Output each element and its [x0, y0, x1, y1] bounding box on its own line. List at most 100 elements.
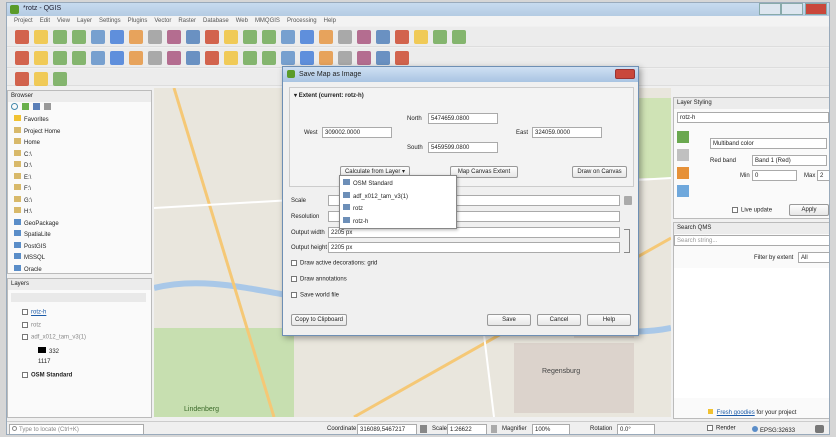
measure-icon[interactable] [357, 51, 371, 65]
draw-on-canvas-button[interactable]: Draw on Canvas [572, 166, 627, 178]
crs-button[interactable]: EPSG:32633 [752, 426, 795, 434]
attribute-table-icon[interactable] [376, 30, 390, 44]
print-layout-icon[interactable] [72, 51, 86, 65]
print-layout-icon[interactable] [72, 30, 86, 44]
west-input[interactable]: 309002.0000 [322, 127, 392, 138]
menu-item[interactable]: Plugins [128, 18, 148, 24]
pan-icon[interactable] [281, 30, 295, 44]
print-layout-icon[interactable] [262, 30, 276, 44]
east-input[interactable]: 324059.0000 [532, 127, 602, 138]
identify-icon[interactable] [148, 51, 162, 65]
add-icon[interactable] [22, 103, 29, 110]
layer-item[interactable]: 1117 [38, 359, 50, 365]
copy-to-clipboard-button[interactable]: Copy to Clipboard [291, 314, 347, 326]
menu-item[interactable]: Vector [154, 18, 171, 24]
open-project-icon[interactable] [414, 30, 428, 44]
red-band-select[interactable]: Band 1 (Red) [752, 155, 827, 166]
browser-item[interactable]: F:\ [14, 184, 31, 192]
coordinate-field[interactable]: 316089,5467217 [357, 424, 417, 434]
lock-scale-icon[interactable] [624, 196, 632, 205]
open-project-icon[interactable] [34, 51, 48, 65]
live-update-checkbox[interactable]: Live update [732, 207, 772, 214]
close-window-button[interactable] [805, 3, 827, 15]
maximize-button[interactable] [781, 3, 803, 15]
filter-extent-select[interactable]: All [798, 252, 829, 263]
refresh-icon[interactable] [11, 103, 18, 110]
layer-visibility-checkbox[interactable] [22, 334, 28, 340]
zoom-in-icon[interactable] [300, 51, 314, 65]
news-link[interactable]: Fresh goodies [717, 410, 755, 416]
browser-item[interactable]: G:\ [14, 195, 32, 204]
layer-item[interactable]: adf_x012_tam_v3(1) [22, 334, 86, 341]
new-project-icon[interactable] [15, 51, 29, 65]
layer-dropdown-item[interactable]: OSM Standard [343, 179, 393, 187]
browser-item[interactable]: Home [14, 138, 40, 146]
magnifier-field[interactable]: 100% [532, 424, 570, 434]
browser-item[interactable]: Project Home [14, 126, 60, 135]
open-project-icon[interactable] [34, 72, 48, 86]
render-checkbox[interactable]: Render [707, 425, 736, 432]
layer-item[interactable]: 332 [38, 346, 59, 355]
layer-dropdown-item[interactable]: adf_x012_tam_v3(1) [343, 191, 408, 200]
zoom-out-icon[interactable] [319, 30, 333, 44]
menu-item[interactable]: Edit [40, 18, 50, 24]
menu-item[interactable]: Processing [287, 18, 317, 24]
browser-item[interactable]: H:\ [14, 207, 32, 215]
zoom-in-icon[interactable] [300, 30, 314, 44]
zoom-out-icon[interactable] [129, 51, 143, 65]
layer-select[interactable]: rotz-h [677, 112, 829, 123]
layer-visibility-checkbox[interactable] [22, 309, 28, 315]
new-project-icon[interactable] [205, 51, 219, 65]
new-project-icon[interactable] [15, 30, 29, 44]
attribute-table-icon[interactable] [186, 30, 200, 44]
save-project-icon[interactable] [53, 51, 67, 65]
menu-item[interactable]: Raster [178, 18, 196, 24]
menu-item[interactable]: View [57, 18, 70, 24]
messages-icon[interactable] [815, 425, 824, 433]
new-project-icon[interactable] [15, 72, 29, 86]
attribute-table-icon[interactable] [186, 51, 200, 65]
print-layout-icon[interactable] [452, 30, 466, 44]
save-project-icon[interactable] [243, 30, 257, 44]
zoom-in-icon[interactable] [110, 51, 124, 65]
browser-item[interactable]: SpatiaLite [14, 230, 51, 238]
link-ratio-icon[interactable] [624, 229, 630, 253]
menu-item[interactable]: Help [324, 18, 336, 24]
transparency-icon[interactable] [677, 167, 689, 179]
identify-icon[interactable] [338, 51, 352, 65]
browser-item[interactable]: GeoPackage [14, 218, 59, 227]
map-canvas-extent-button[interactable]: Map Canvas Extent [450, 166, 518, 178]
save-project-icon[interactable] [433, 30, 447, 44]
renderer-select[interactable]: Multiband color [710, 138, 827, 149]
open-project-icon[interactable] [34, 30, 48, 44]
draw-decorations-checkbox[interactable]: Draw active decorations: grid [291, 260, 377, 267]
browser-item[interactable]: Favorites [14, 115, 49, 123]
menu-item[interactable]: Project [14, 18, 33, 24]
lock-icon[interactable] [491, 425, 497, 433]
layer-item[interactable]: rotz-h [22, 309, 46, 316]
dialog-close-icon[interactable] [615, 69, 635, 79]
browser-item[interactable]: C:\ [14, 149, 32, 158]
cancel-button[interactable]: Cancel [537, 314, 581, 326]
browser-item[interactable]: PostGIS [14, 241, 46, 250]
save-project-icon[interactable] [53, 72, 67, 86]
browser-item[interactable]: MSSQL [14, 253, 45, 261]
labels-icon[interactable] [677, 149, 689, 161]
new-project-icon[interactable] [395, 30, 409, 44]
open-project-icon[interactable] [224, 30, 238, 44]
layer-visibility-checkbox[interactable] [22, 321, 28, 328]
max-input[interactable]: 2 [817, 170, 829, 181]
pan-icon[interactable] [91, 51, 105, 65]
layer-item[interactable]: OSM Standard [22, 371, 72, 378]
layer-item[interactable]: rotz [22, 321, 41, 328]
locator-input[interactable]: Type to locate (Ctrl+K) [9, 424, 144, 434]
menu-item[interactable]: Web [236, 18, 248, 24]
save-project-icon[interactable] [243, 51, 257, 65]
measure-icon[interactable] [167, 30, 181, 44]
zoom-out-icon[interactable] [129, 30, 143, 44]
new-project-icon[interactable] [395, 51, 409, 65]
save-button[interactable]: Save [487, 314, 531, 326]
zoom-in-icon[interactable] [110, 30, 124, 44]
measure-icon[interactable] [167, 51, 181, 65]
identify-icon[interactable] [338, 30, 352, 44]
